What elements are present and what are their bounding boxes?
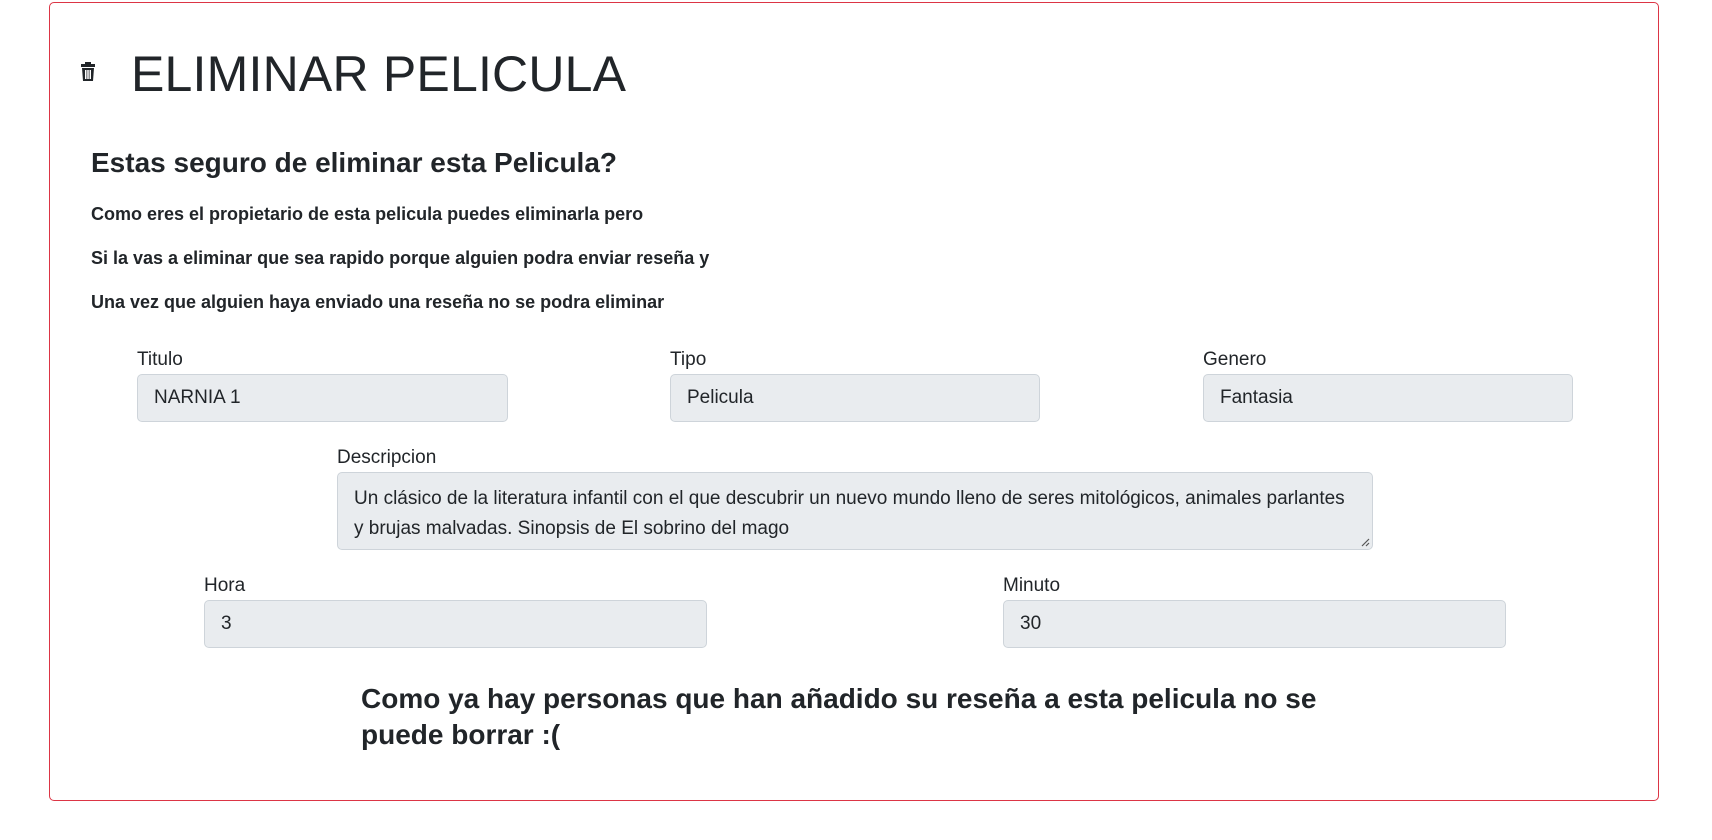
tipo-label: Tipo <box>670 349 707 370</box>
resize-handle-icon[interactable] <box>1360 537 1370 547</box>
page-title: ELIMINAR PELICULA <box>131 46 627 102</box>
descripcion-text: Un clásico de la literatura infantil con… <box>354 488 1345 539</box>
genero-label: Genero <box>1203 349 1267 370</box>
descripcion-label: Descripcion <box>337 447 437 468</box>
genero-field[interactable] <box>1203 374 1573 422</box>
hora-field[interactable] <box>204 600 707 648</box>
cannot-delete-notice: Como ya hay personas que han añadido su … <box>361 683 1317 750</box>
minuto-label: Minuto <box>1003 575 1061 596</box>
titulo-field[interactable] <box>137 374 508 422</box>
trash-icon <box>81 62 95 81</box>
warning-line-3: Una vez que alguien haya enviado una res… <box>91 292 665 312</box>
confirm-heading: Estas seguro de eliminar esta Pelicula? <box>91 147 617 178</box>
warning-line-1: Como eres el propietario de esta pelicul… <box>91 204 644 224</box>
hora-label: Hora <box>204 575 246 596</box>
titulo-label: Titulo <box>137 349 183 370</box>
warning-line-2: Si la vas a eliminar que sea rapido porq… <box>91 248 710 268</box>
descripcion-textarea[interactable]: Un clásico de la literatura infantil con… <box>337 472 1373 550</box>
tipo-field[interactable] <box>670 374 1040 422</box>
minuto-field[interactable] <box>1003 600 1506 648</box>
